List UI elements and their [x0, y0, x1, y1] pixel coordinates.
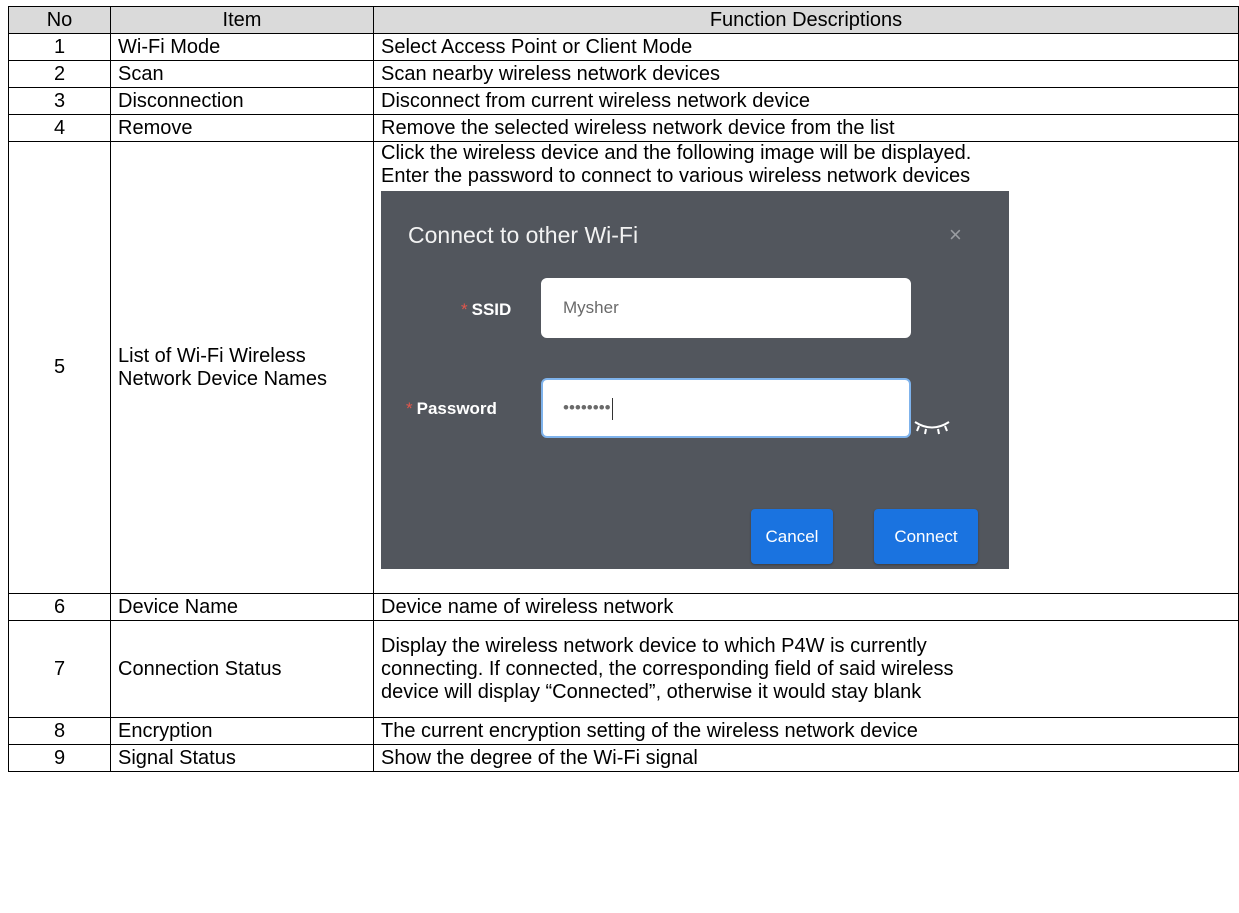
header-no: No	[8, 6, 111, 34]
row-description: Click the wireless device and the follow…	[373, 141, 1239, 594]
row-no: 5	[8, 141, 111, 594]
header-item: Item	[110, 6, 374, 34]
row-item: Encryption	[110, 717, 374, 745]
dialog-title: Connect to other Wi-Fi	[408, 222, 639, 248]
connect-button[interactable]: Connect	[874, 509, 978, 564]
table-row: 6 Device Name Device name of wireless ne…	[8, 593, 1239, 621]
description-line: Display the wireless network device to w…	[381, 634, 927, 657]
cancel-button[interactable]: Cancel	[751, 509, 833, 564]
table-row: 8 Encryption The current encryption sett…	[8, 717, 1239, 745]
function-table: No Item Function Descriptions 1 Wi-Fi Mo…	[8, 6, 1239, 772]
table-row: 1 Wi-Fi Mode Select Access Point or Clie…	[8, 33, 1239, 61]
document-page: No Item Function Descriptions 1 Wi-Fi Mo…	[0, 0, 1239, 913]
password-value: ••••••••	[563, 398, 611, 417]
close-icon[interactable]: ×	[949, 223, 962, 246]
wifi-connect-dialog: Connect to other Wi-Fi × * SSID Mysher * P…	[381, 191, 1009, 569]
row-description: Display the wireless network device to w…	[373, 620, 1239, 718]
row-item: Connection Status	[110, 620, 374, 718]
table-row: 3 Disconnection Disconnect from current …	[8, 87, 1239, 115]
row-item: Disconnection	[110, 87, 374, 115]
row-no: 7	[8, 620, 111, 718]
row-no: 1	[8, 33, 111, 61]
table-row: 2 Scan Scan nearby wireless network devi…	[8, 60, 1239, 88]
row-description: The current encryption setting of the wi…	[373, 717, 1239, 745]
row-item: Device Name	[110, 593, 374, 621]
description-line: connecting. If connected, the correspond…	[381, 657, 954, 680]
required-mark: *	[406, 399, 413, 418]
table-row: 5 List of Wi-Fi Wireless Network Device …	[8, 141, 1239, 594]
description-line: Click the wireless device and the follow…	[381, 142, 972, 165]
required-mark: *	[461, 300, 468, 319]
text-cursor	[611, 397, 613, 420]
row-description: Show the degree of the Wi-Fi signal	[373, 744, 1239, 772]
row-no: 4	[8, 114, 111, 142]
eye-closed-icon[interactable]	[913, 419, 951, 435]
row-item: List of Wi-Fi Wireless Network Device Na…	[110, 141, 374, 594]
row-no: 2	[8, 60, 111, 88]
row-description: Scan nearby wireless network devices	[373, 60, 1239, 88]
row-no: 3	[8, 87, 111, 115]
header-function-descriptions: Function Descriptions	[373, 6, 1239, 34]
password-label: * Password	[406, 397, 497, 420]
table-header-row: No Item Function Descriptions	[8, 6, 1239, 34]
table-row: 9 Signal Status Show the degree of the W…	[8, 744, 1239, 772]
row-no: 8	[8, 717, 111, 745]
password-label-text: Password	[416, 399, 497, 418]
row-description: Disconnect from current wireless network…	[373, 87, 1239, 115]
row-no: 6	[8, 593, 111, 621]
ssid-label-text: SSID	[471, 300, 512, 319]
row-description: Remove the selected wireless network dev…	[373, 114, 1239, 142]
table-row: 7 Connection Status Display the wireless…	[8, 620, 1239, 718]
row-description: Device name of wireless network	[373, 593, 1239, 621]
row-item: Remove	[110, 114, 374, 142]
description-line: Enter the password to connect to various…	[381, 165, 971, 187]
row-description: Select Access Point or Client Mode	[373, 33, 1239, 61]
row-no: 9	[8, 744, 111, 772]
row-item: Wi-Fi Mode	[110, 33, 374, 61]
ssid-input[interactable]: Mysher	[541, 278, 911, 338]
row-item: Signal Status	[110, 744, 374, 772]
table-row: 4 Remove Remove the selected wireless ne…	[8, 114, 1239, 142]
ssid-label: * SSID	[461, 298, 511, 321]
password-input[interactable]: ••••••••	[541, 378, 911, 438]
description-line: device will display “Connected”, otherwi…	[381, 680, 922, 703]
row-item: Scan	[110, 60, 374, 88]
